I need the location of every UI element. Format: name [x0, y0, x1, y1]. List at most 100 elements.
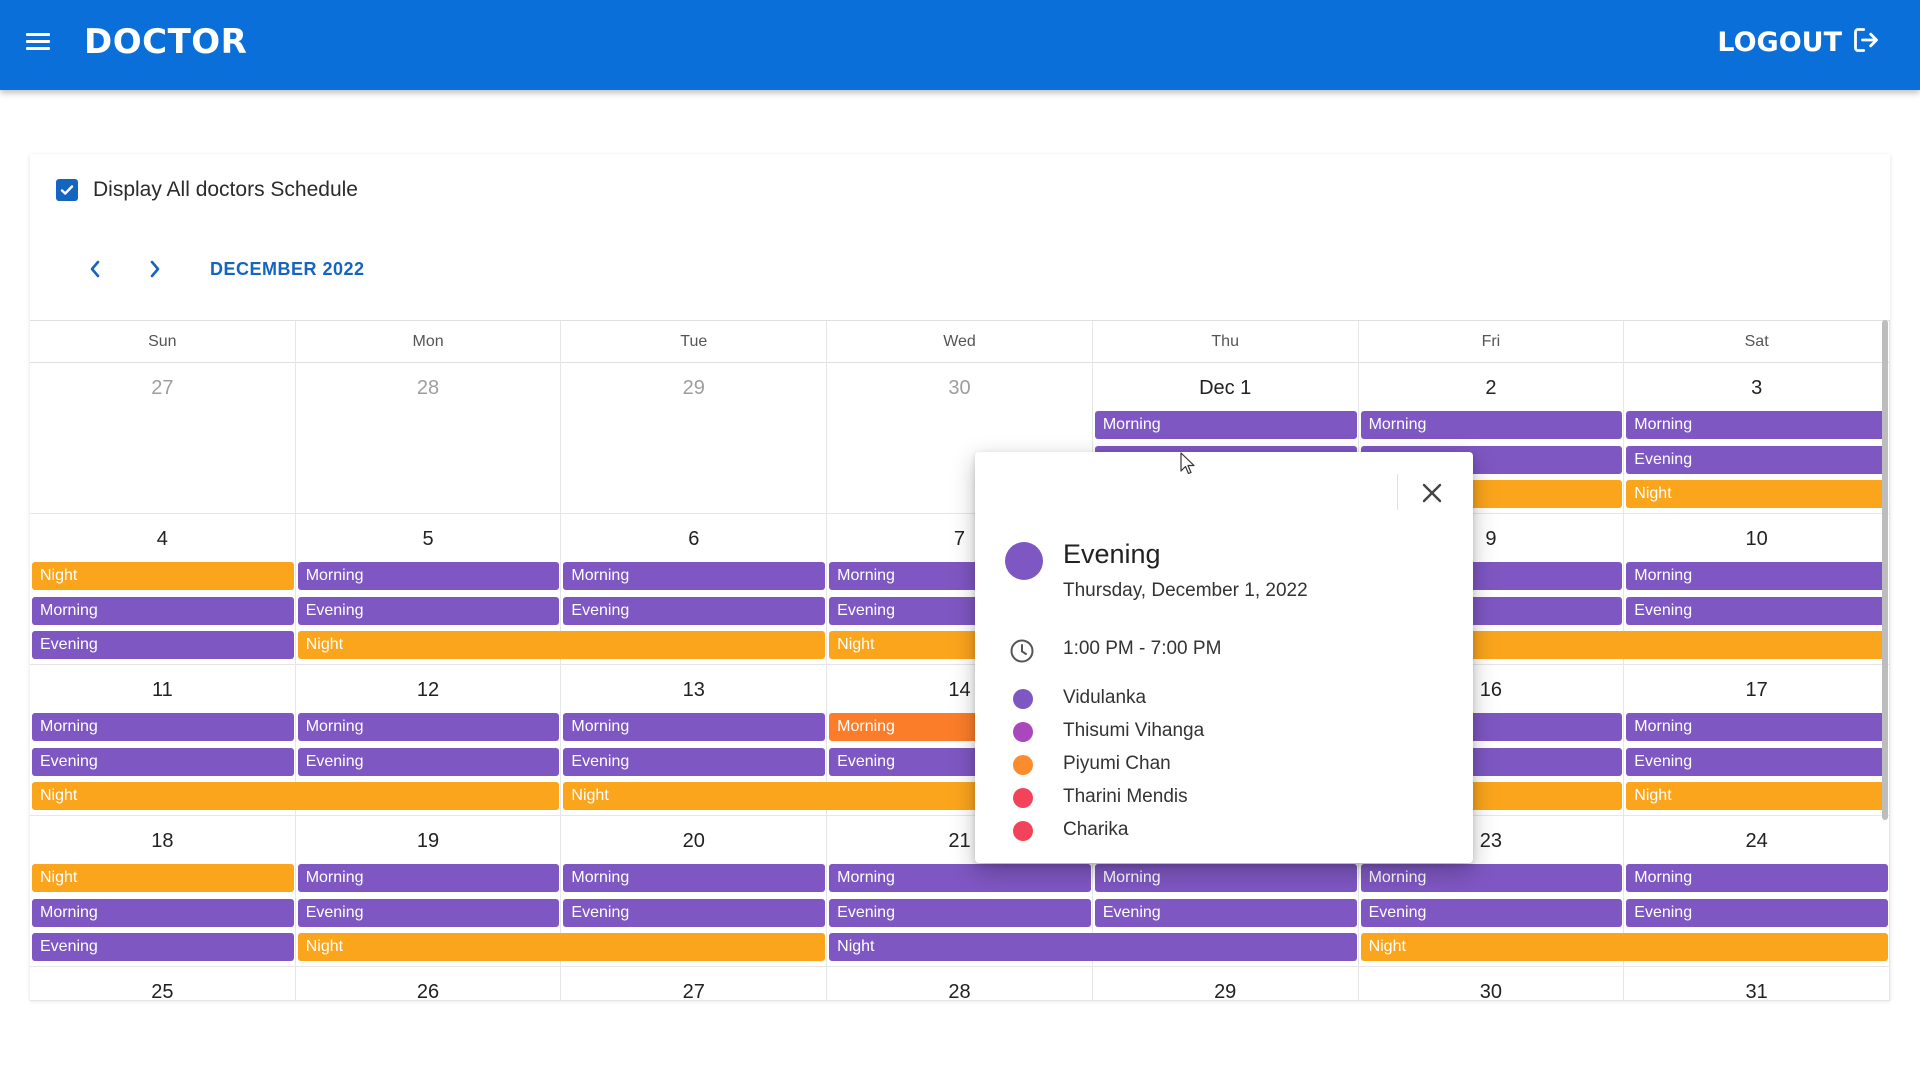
- schedule-event-evening[interactable]: Evening: [1626, 898, 1888, 927]
- day-number: 30: [948, 377, 971, 399]
- schedule-event-morning[interactable]: Morning: [563, 713, 826, 741]
- schedule-event-evening[interactable]: Evening: [1626, 445, 1888, 474]
- schedule-event-evening[interactable]: Evening: [297, 747, 560, 776]
- day-number: 24: [1745, 830, 1768, 852]
- month-label[interactable]: DECEMBER 2022: [210, 259, 365, 280]
- schedule-event-evening[interactable]: Evening: [563, 898, 826, 927]
- doctor-list-item: Vidulanka: [975, 684, 1375, 714]
- logout-icon: [1852, 26, 1880, 59]
- mouse-cursor-icon: [1180, 452, 1195, 475]
- schedule-event-night[interactable]: Night: [32, 864, 294, 892]
- day-number: 29: [682, 377, 705, 399]
- day-number: 25: [151, 981, 174, 1003]
- schedule-event-night[interactable]: Night: [297, 631, 826, 659]
- day-number: 28: [416, 377, 440, 399]
- schedule-event-night[interactable]: Night: [1626, 782, 1888, 810]
- day-number: 27: [682, 981, 705, 1003]
- day-number: 4: [156, 528, 168, 550]
- event-details-popover: Evening Thursday, December 1, 2022 1:00 …: [975, 452, 1473, 863]
- day-cell[interactable]: 31: [1624, 967, 1890, 1003]
- doctor-name: Charika: [1063, 819, 1129, 840]
- schedule-event-evening[interactable]: Evening: [829, 898, 1091, 927]
- day-number: 26: [416, 981, 440, 1003]
- day-number: 2: [1485, 377, 1497, 399]
- doctor-color-dot: [1013, 788, 1033, 808]
- doctor-color-dot: [1013, 821, 1033, 841]
- schedule-event-evening[interactable]: Evening: [297, 596, 560, 625]
- schedule-event-morning[interactable]: Morning: [32, 596, 294, 625]
- schedule-event-morning[interactable]: Morning: [1626, 562, 1888, 590]
- day-number: 13: [682, 679, 705, 701]
- schedule-card: Display All doctors Schedule DECEMBER 20…: [30, 154, 1890, 1003]
- schedule-event-morning[interactable]: Morning: [563, 562, 826, 590]
- day-number: 6: [688, 528, 700, 550]
- weekday-header-wed: Wed: [827, 321, 1093, 363]
- next-month-button[interactable]: [140, 254, 170, 284]
- schedule-event-night[interactable]: Night: [829, 933, 1357, 961]
- weekday-header: Sun Mon Tue Wed Thu Fri Sat: [30, 321, 1890, 363]
- prev-month-button[interactable]: [80, 254, 110, 284]
- close-button[interactable]: [1415, 476, 1449, 510]
- menu-icon[interactable]: [26, 29, 52, 59]
- schedule-event-evening[interactable]: Evening: [297, 898, 560, 927]
- schedule-event-morning[interactable]: Morning: [1094, 864, 1357, 892]
- schedule-event-morning[interactable]: Morning: [297, 562, 560, 590]
- schedule-event-night[interactable]: Night: [297, 933, 826, 961]
- day-cell[interactable]: 25: [30, 967, 296, 1003]
- event-date: Thursday, December 1, 2022: [1063, 580, 1308, 601]
- schedule-event-morning[interactable]: Morning: [297, 864, 560, 892]
- day-number: 30: [1479, 981, 1503, 1003]
- schedule-event-evening[interactable]: Evening: [32, 933, 294, 961]
- day-cell[interactable]: 27: [30, 363, 296, 514]
- schedule-event-morning[interactable]: Morning: [1360, 411, 1623, 439]
- app-title: DOCTOR: [84, 22, 248, 62]
- schedule-event-morning[interactable]: Morning: [32, 713, 294, 741]
- schedule-event-evening[interactable]: Evening: [32, 747, 294, 776]
- day-cell[interactable]: 28: [827, 967, 1093, 1003]
- schedule-event-morning[interactable]: Morning: [829, 864, 1091, 892]
- schedule-event-morning[interactable]: Morning: [1626, 411, 1888, 439]
- schedule-event-evening[interactable]: Evening: [1094, 898, 1357, 927]
- doctor-name: Vidulanka: [1063, 687, 1147, 708]
- day-number: 17: [1745, 679, 1768, 701]
- day-number: 20: [682, 830, 705, 852]
- day-number: 19: [416, 830, 440, 852]
- calendar-scrollbar[interactable]: [1882, 320, 1888, 820]
- day-number: Dec 1: [1199, 377, 1252, 399]
- schedule-event-morning[interactable]: Morning: [297, 713, 560, 741]
- schedule-event-morning[interactable]: Morning: [1094, 411, 1357, 439]
- chevron-left-icon: [90, 260, 100, 278]
- close-icon: [1422, 483, 1442, 503]
- schedule-event-evening[interactable]: Evening: [1626, 747, 1888, 776]
- day-cell[interactable]: 29: [1092, 967, 1359, 1003]
- logout-button[interactable]: LOGOUT: [1717, 26, 1880, 59]
- doctor-color-dot: [1013, 755, 1033, 775]
- schedule-event-evening[interactable]: Evening: [32, 631, 294, 659]
- schedule-event-evening[interactable]: Evening: [563, 596, 826, 625]
- schedule-event-morning[interactable]: Morning: [1360, 864, 1623, 892]
- schedule-event-evening[interactable]: Evening: [1626, 596, 1888, 625]
- schedule-event-night[interactable]: Night: [1626, 480, 1888, 508]
- schedule-event-morning[interactable]: Morning: [32, 898, 294, 927]
- schedule-event-evening[interactable]: Evening: [1360, 898, 1623, 927]
- display-all-toggle[interactable]: Display All doctors Schedule: [56, 178, 358, 202]
- day-number: 12: [416, 679, 440, 701]
- schedule-event-night[interactable]: Night: [32, 562, 294, 590]
- display-all-label: Display All doctors Schedule: [93, 178, 358, 201]
- schedule-event-morning[interactable]: Morning: [1626, 713, 1888, 741]
- day-cell[interactable]: 27: [561, 967, 828, 1003]
- schedule-event-evening[interactable]: Evening: [563, 747, 826, 776]
- schedule-event-night[interactable]: Night: [1360, 933, 1888, 961]
- event-title: Evening: [1063, 539, 1161, 569]
- day-cell[interactable]: 29: [561, 363, 828, 514]
- schedule-event-morning[interactable]: Morning: [563, 864, 826, 892]
- weekday-header-fri: Fri: [1359, 321, 1625, 363]
- day-number: 3: [1751, 377, 1763, 399]
- weekday-header-thu: Thu: [1093, 321, 1359, 363]
- display-all-checkbox[interactable]: [56, 179, 78, 201]
- schedule-event-morning[interactable]: Morning: [1626, 864, 1888, 892]
- schedule-event-night[interactable]: Night: [32, 782, 560, 810]
- day-cell[interactable]: 30: [1358, 967, 1625, 1003]
- day-cell[interactable]: 26: [295, 967, 562, 1003]
- day-cell[interactable]: 28: [295, 363, 562, 514]
